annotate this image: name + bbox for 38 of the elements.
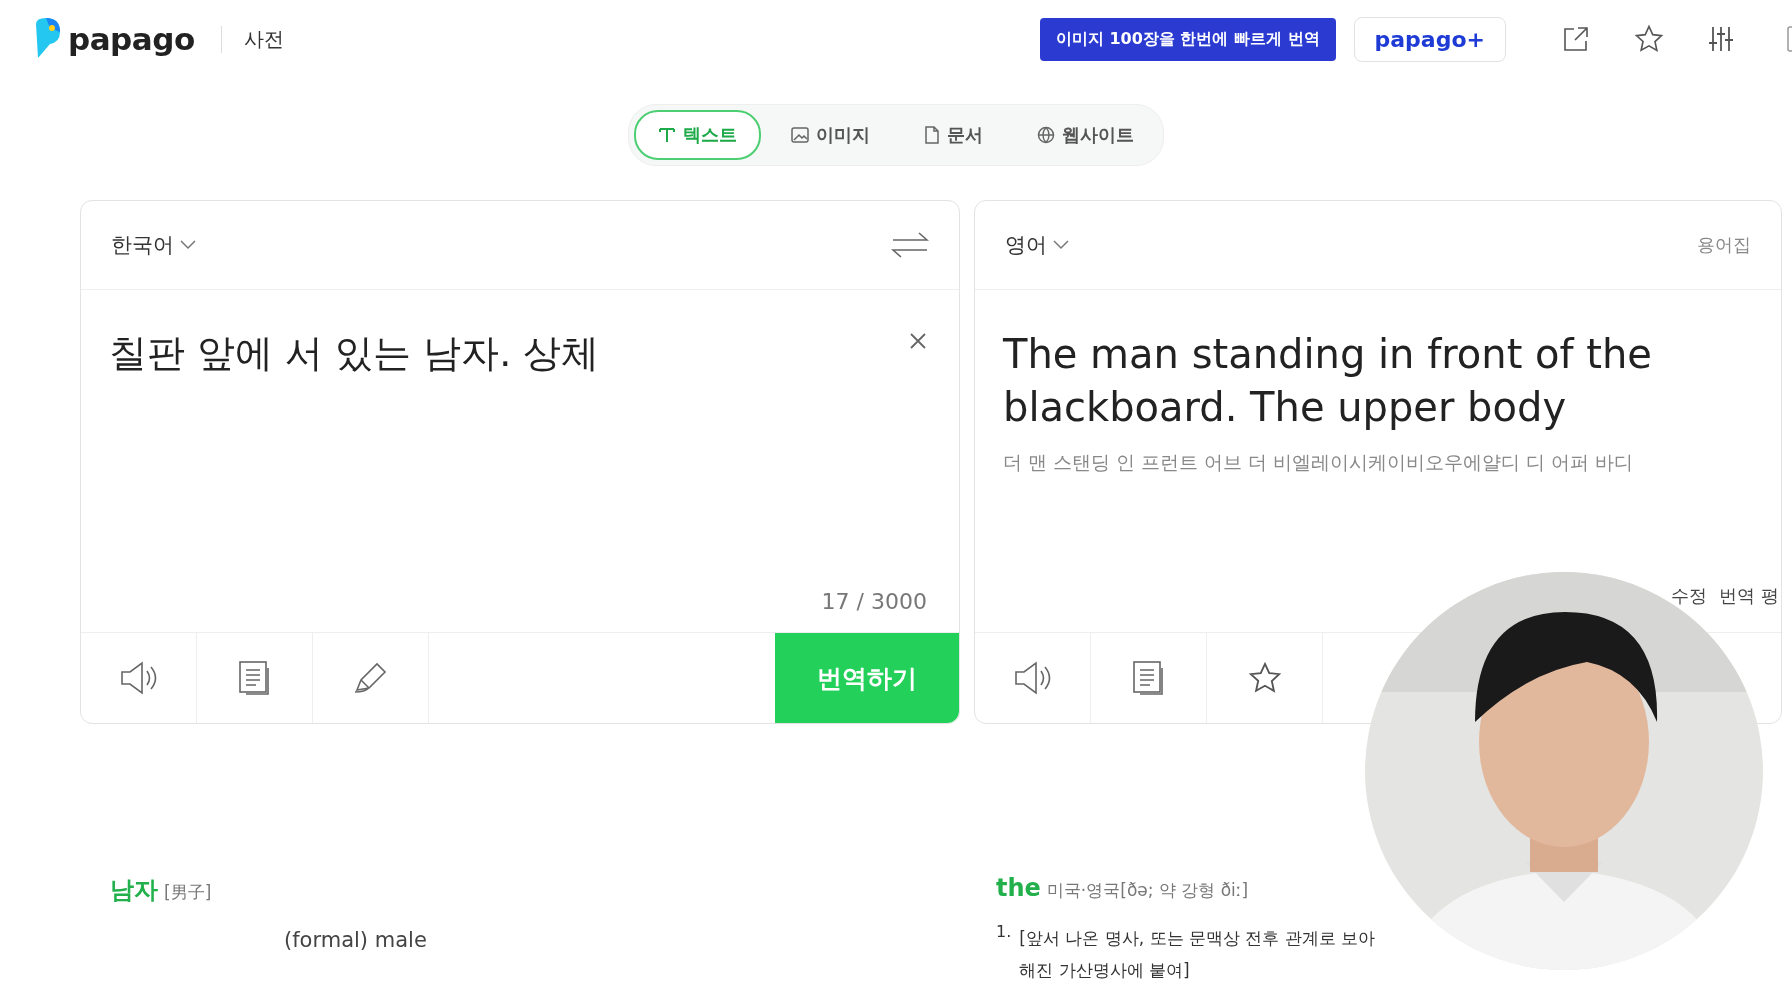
footer-link[interactable]: 번역 평: [1719, 584, 1779, 608]
pronunciation-text: 더 맨 스탠딩 인 프런트 어브 더 비엘레이시케이비오우에얄디 디 어퍼 바디: [1003, 450, 1635, 475]
meaning-text: (formal) male: [284, 928, 428, 952]
star-icon: [1634, 24, 1664, 54]
star-icon: [1247, 661, 1282, 695]
text-icon: [658, 126, 676, 144]
mode-tab[interactable]: 문서: [900, 110, 1007, 160]
dictionary-link[interactable]: 사전: [220, 25, 284, 53]
hanja-text: [男子]: [164, 881, 212, 904]
copy-icon: [237, 660, 272, 696]
translation-text: The man standing in front of the blackboard. The upper body: [1003, 330, 1653, 432]
footer-link[interactable]: 수정: [1671, 584, 1708, 608]
logo-text: papago: [68, 21, 195, 57]
mode-tab[interactable]: 이미지: [767, 110, 894, 160]
character-count: 17 / 3000: [821, 589, 927, 614]
globe-icon: [1037, 126, 1055, 144]
speaker-icon: [118, 660, 159, 696]
mode-tab[interactable]: 웹사이트: [1013, 110, 1158, 160]
source-text[interactable]: 칠판 앞에 서 있는 남자. 상체: [109, 328, 931, 379]
papago-logo[interactable]: papago: [32, 18, 195, 60]
external-link-icon: [1562, 25, 1590, 53]
chevron-down-icon: [180, 240, 196, 250]
target-language-select[interactable]: 영어: [1005, 231, 1069, 259]
speaker-icon: [1012, 660, 1053, 696]
document-icon: [924, 126, 940, 144]
promo-banner[interactable]: 이미지 100장을 한번에 빠르게 번역: [1039, 17, 1336, 61]
pronunciation-label: 미국·영국[ðə; 약 강형 ðiː]: [1046, 879, 1249, 902]
swap-icon[interactable]: [891, 230, 929, 260]
papago-plus-button[interactable]: papago+: [1353, 16, 1506, 62]
sliders-icon: [1708, 25, 1734, 53]
sense-number: 1.: [996, 922, 1012, 943]
source-language-select[interactable]: 한국어: [111, 231, 196, 259]
sense-text: [앞서 나온 명사, 또는 문맥상 전후 관계로 보아 해진 가산명사에 붙여]: [1019, 927, 1376, 982]
glossary-label[interactable]: 용어집: [1697, 233, 1751, 257]
close-icon: [909, 332, 927, 350]
image-icon: [791, 126, 809, 144]
copy-icon: [1131, 660, 1166, 696]
chevron-down-icon: [1053, 240, 1069, 250]
